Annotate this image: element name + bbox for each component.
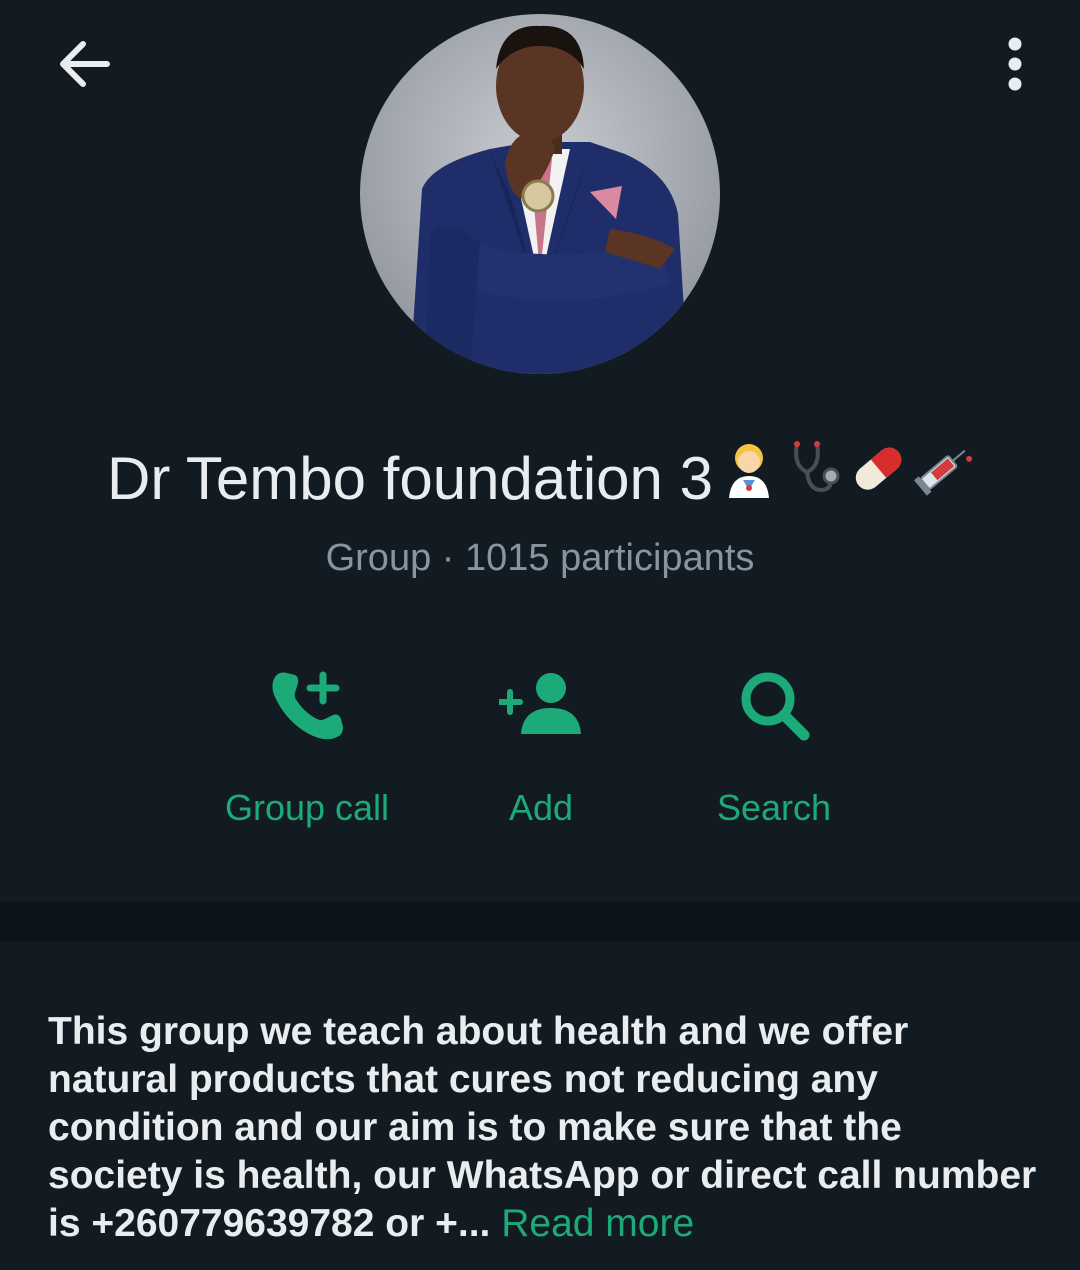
description-line: This group we teach about health and we … — [48, 1010, 909, 1053]
add-label: Add — [508, 787, 574, 828]
more-vertical-icon — [1008, 37, 1022, 91]
group-avatar[interactable] — [360, 14, 720, 374]
group-call-label: Group call — [224, 787, 390, 828]
description-line: society is health, our WhatsApp or direc… — [48, 1154, 1037, 1197]
group-call-button[interactable]: Group call — [197, 655, 417, 845]
description-line: natural products that cures not reducing… — [48, 1058, 878, 1101]
group-info-screen: Dr Tembo foundation 3 Group · 1015 parti… — [0, 0, 1080, 1270]
group-name-emojis — [723, 438, 973, 518]
back-button[interactable] — [48, 32, 118, 96]
stethoscope-emoji — [793, 441, 840, 493]
group-name: Dr Tembo foundation 3 — [0, 441, 1080, 518]
add-participant-button[interactable]: Add — [431, 655, 651, 845]
pill-emoji — [855, 447, 902, 490]
group-name-text: Dr Tembo foundation 3 — [107, 445, 713, 512]
add-call-icon — [197, 655, 417, 755]
syringe-emoji — [913, 450, 973, 496]
health-worker-emoji — [728, 444, 769, 499]
more-options-button[interactable] — [990, 30, 1040, 98]
add-person-icon — [431, 655, 651, 755]
read-more-link[interactable]: Read more — [501, 1202, 694, 1245]
search-icon — [664, 655, 884, 755]
search-label: Search — [716, 787, 832, 828]
group-participants-info: Group · 1015 participants — [325, 537, 755, 579]
description-line: condition and our aim is to make sure th… — [48, 1106, 902, 1149]
group-profile-photo — [360, 14, 720, 374]
description-last-line: is +260779639782 or +... Read more — [48, 1200, 1048, 1248]
description-line: is +260779639782 or +... — [48, 1202, 491, 1245]
search-button[interactable]: Search — [664, 655, 884, 845]
arrow-left-icon — [60, 41, 110, 87]
group-description: This group we teach about health and we … — [48, 1008, 1048, 1248]
section-divider — [0, 902, 1080, 942]
